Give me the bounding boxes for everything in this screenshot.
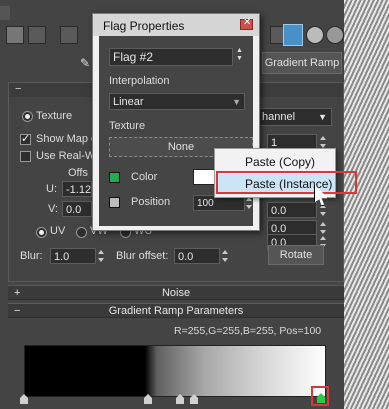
position-label: Position [131, 196, 171, 208]
swatch-icon[interactable] [60, 26, 78, 44]
noise-title: Noise [161, 287, 191, 299]
gradient-ramp[interactable] [24, 345, 326, 397]
color-label: Color [131, 171, 158, 183]
flag-properties-dialog: Flag Properties ✕ Flag #2 ▲ ▼ Interpolati… [92, 13, 260, 231]
uv-radio[interactable] [36, 227, 47, 238]
top-divider [0, 6, 10, 20]
noise-collapse-toggle[interactable]: + [14, 286, 20, 300]
noise-rollout-header[interactable]: + Noise [8, 285, 344, 300]
sphere-icon-2[interactable] [326, 26, 344, 44]
map-active-icon[interactable] [283, 24, 303, 46]
show-map-checkbox[interactable] [20, 132, 31, 145]
dialog-title-bar[interactable]: Flag Properties ✕ [93, 14, 259, 36]
ramp-title: Gradient Ramp Parameters [108, 305, 244, 317]
use-real-world-checkbox[interactable] [20, 151, 31, 162]
color-map-icon[interactable] [109, 172, 120, 183]
interpolation-select[interactable]: Linear ▼ [109, 93, 245, 110]
menu-item-paste-copy[interactable]: Paste (Copy) [215, 152, 335, 172]
u-offset-field[interactable]: -1.12 [62, 181, 92, 197]
close-button[interactable]: ✕ [240, 17, 253, 30]
blur-field[interactable]: 1.0 [50, 248, 96, 264]
rotate-button[interactable]: Rotate [268, 245, 324, 265]
map-channel-select-value: hannel [262, 111, 296, 123]
map-channel-select[interactable]: hannel ▼ [258, 108, 332, 126]
u-label: U: [46, 183, 57, 195]
checker-icon[interactable] [6, 26, 24, 44]
show-map-label: Show Map o [36, 133, 98, 145]
blur-label: Blur: [20, 250, 43, 262]
texture-radio-label: Texture [36, 110, 73, 122]
paste-instance-highlight-box [216, 171, 357, 194]
dialog-title: Flag Properties [103, 19, 185, 33]
vw-radio[interactable] [76, 227, 87, 238]
position-map-icon[interactable] [109, 197, 120, 208]
flag-name-arrows-icon[interactable]: ▲ ▼ [236, 47, 243, 64]
flag-name-field[interactable]: Flag #2 [109, 48, 233, 66]
texture-radio[interactable] [22, 111, 33, 122]
gradient-ramp-button[interactable]: Gradient Ramp [262, 52, 342, 74]
interpolation-value: Linear [113, 96, 144, 108]
texture-label: Texture [109, 120, 146, 132]
material-icon[interactable] [28, 26, 46, 44]
offset-label: Offs [68, 167, 88, 179]
chevron-down-icon: ▼ [318, 112, 327, 122]
interpolation-label: Interpolation [109, 75, 170, 87]
ramp-color-readout: R=255,G=255,B=255, Pos=100 [174, 325, 322, 337]
blur-offset-field[interactable]: 0.0 [174, 248, 220, 264]
gradient-ramp-rollout-header[interactable]: − Gradient Ramp Parameters [8, 303, 344, 318]
coordinates-collapse-toggle[interactable]: − [15, 83, 21, 95]
blur-offset-label: Blur offset: [116, 250, 169, 262]
uv-radio-label: UV [50, 225, 66, 237]
blur-offset-spinner[interactable] [222, 248, 229, 264]
v-label: V: [48, 203, 58, 215]
tiling-u-field[interactable]: 0.0 [267, 202, 317, 218]
use-real-world-label: Use Real-W [36, 150, 96, 162]
blur-spinner[interactable] [98, 248, 105, 264]
sphere-icon[interactable] [306, 26, 324, 44]
viewport-preview [344, 0, 389, 409]
chevron-down-icon: ▼ [232, 97, 241, 107]
v-offset-field[interactable]: 0.0 [62, 201, 92, 217]
ramp-collapse-toggle[interactable]: − [14, 304, 20, 318]
close-icon: ✕ [243, 17, 252, 28]
